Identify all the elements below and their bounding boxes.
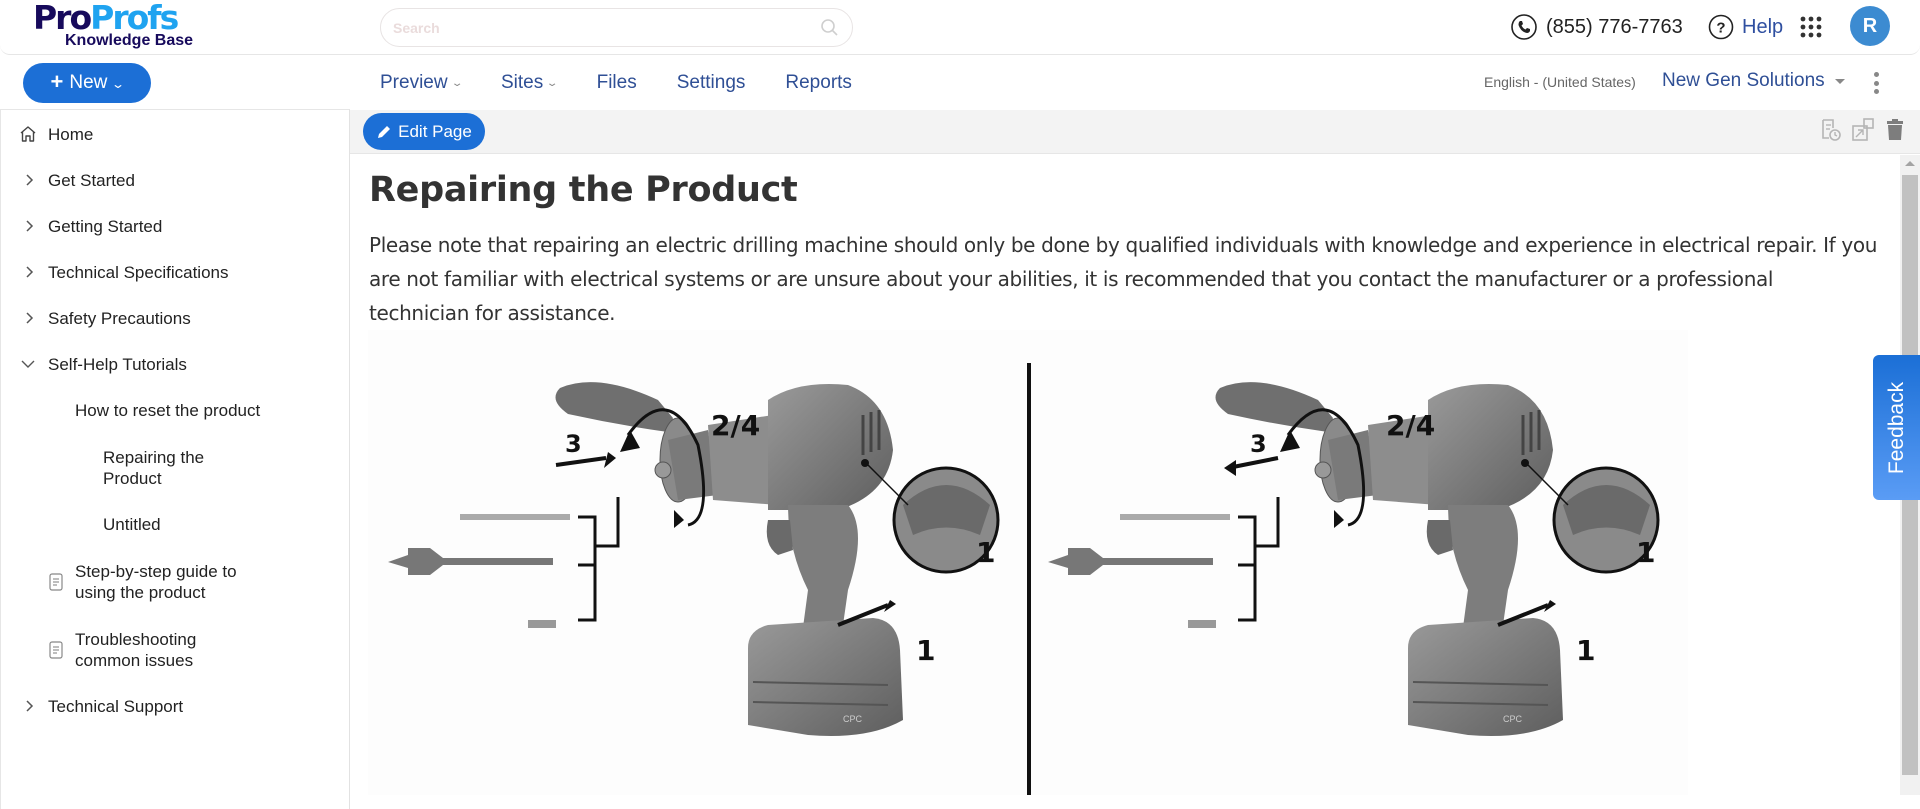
phone-number: (855) 776-7763 xyxy=(1546,15,1683,38)
chevron-down-icon: ⌄ xyxy=(546,77,559,89)
search-box[interactable] xyxy=(380,8,853,47)
help-link[interactable]: ? Help xyxy=(1708,12,1783,42)
step-label-2-4: 2/4 xyxy=(711,409,760,442)
arrow-insert-icon xyxy=(555,456,607,467)
sidebar-item-repairing-the-product[interactable]: Repairing the Product xyxy=(103,447,233,489)
diagram-panel-right: 2/4 3 1 1 xyxy=(1046,380,1660,738)
step-label-1-battery: 1 xyxy=(916,634,935,667)
step-label-3: 3 xyxy=(565,430,582,458)
chevron-down-icon[interactable] xyxy=(21,357,35,371)
content-toolbar xyxy=(350,110,1920,154)
sidebar-item-label: Safety Precautions xyxy=(48,309,191,328)
edit-page-label: Edit Page xyxy=(398,121,472,141)
sidebar-item-label: Technical Support xyxy=(48,697,184,716)
proprofs-logo[interactable]: ProProfs Knowledge Base xyxy=(33,0,193,54)
drill-diagram-figure: CPC xyxy=(368,330,1688,795)
main-navigation: Preview ⌄ Sites ⌄ Files Settings Reports xyxy=(380,70,892,96)
feedback-label: Feedback xyxy=(1884,381,1908,474)
step-label-1-battery: 1 xyxy=(1576,634,1595,667)
phone-contact[interactable]: (855) 776-7763 xyxy=(1510,12,1683,42)
chevron-right-icon[interactable] xyxy=(23,265,37,279)
caret-down-icon xyxy=(1834,78,1845,84)
document-icon xyxy=(49,641,63,659)
chevron-right-icon[interactable] xyxy=(23,311,37,325)
page-title: Repairing the Product xyxy=(369,170,798,210)
sidebar-item-how-to-reset[interactable]: How to reset the product xyxy=(75,400,260,421)
feedback-tab[interactable]: Feedback xyxy=(1873,355,1920,500)
sidebar-item-label: Technical Specifications xyxy=(48,263,229,282)
svg-text:?: ? xyxy=(1716,20,1725,37)
nav-reports-label: Reports xyxy=(785,72,852,93)
home-icon xyxy=(20,126,36,142)
sidebar-item-label: Self-Help Tutorials xyxy=(48,355,187,374)
phone-icon xyxy=(1511,14,1537,40)
sidebar-item-label: Troubleshooting common issues xyxy=(75,630,197,670)
organization-selector[interactable]: New Gen Solutions xyxy=(1662,70,1845,92)
help-label: Help xyxy=(1742,15,1784,38)
chevron-down-icon: ⌄ xyxy=(450,77,464,89)
revision-history-icon[interactable] xyxy=(1820,118,1842,142)
apps-grid-icon[interactable] xyxy=(1800,16,1822,38)
nav-settings-label: Settings xyxy=(676,72,746,93)
edit-page-button[interactable]: Edit Page xyxy=(363,113,485,150)
new-button[interactable]: + New ⌄ xyxy=(23,63,151,103)
logo-subtitle: Knowledge Base xyxy=(65,32,194,49)
chevron-right-icon[interactable] xyxy=(23,699,37,713)
search-input[interactable] xyxy=(393,17,813,39)
nav-preview[interactable]: Preview ⌄ xyxy=(380,70,464,96)
language-selector[interactable]: English - (United States) xyxy=(1484,74,1636,90)
nav-settings[interactable]: Settings xyxy=(677,70,746,96)
open-external-icon[interactable] xyxy=(1852,118,1874,142)
new-label: New xyxy=(69,72,108,93)
nav-preview-label: Preview xyxy=(380,72,448,93)
diagram-panel-left: 2/4 3 1 1 xyxy=(386,380,1000,738)
chevron-down-icon: ⌄ xyxy=(111,77,126,91)
nav-sites[interactable]: Sites ⌄ xyxy=(500,70,559,96)
step-label-1-inset: 1 xyxy=(1636,536,1655,569)
top-header: ProProfs Knowledge Base (855) 776-7763 ?… xyxy=(0,0,1920,55)
chevron-right-icon[interactable] xyxy=(23,219,37,233)
document-icon xyxy=(49,573,63,591)
trash-icon[interactable] xyxy=(1884,118,1906,142)
sidebar-item-label: Home xyxy=(48,125,94,144)
nav-reports[interactable]: Reports xyxy=(785,70,852,96)
help-icon: ? xyxy=(1708,14,1734,40)
sidebar-item-label: Step-by-step guide to using the product xyxy=(75,562,237,602)
sidebar-item-label: Getting Started xyxy=(48,217,163,236)
step-label-3: 3 xyxy=(1250,430,1267,458)
nav-sites-label: Sites xyxy=(500,72,544,93)
pencil-icon xyxy=(378,125,391,138)
search-icon[interactable] xyxy=(820,18,840,38)
sidebar-tree: Home Get Started Getting Started Technic… xyxy=(0,109,350,809)
more-options-icon[interactable] xyxy=(1872,72,1880,94)
nav-files-label: Files xyxy=(596,72,637,93)
nav-files[interactable]: Files xyxy=(597,70,637,96)
step-label-1-inset: 1 xyxy=(976,536,995,569)
sidebar-item-untitled[interactable]: Untitled xyxy=(103,514,161,535)
step-label-2-4: 2/4 xyxy=(1386,409,1435,442)
organization-name: New Gen Solutions xyxy=(1662,70,1825,91)
chevron-right-icon[interactable] xyxy=(23,173,37,187)
drill-diagram: CPC xyxy=(386,363,1660,795)
plus-icon: + xyxy=(50,69,64,94)
article-paragraph: Please note that repairing an electric d… xyxy=(369,233,1878,325)
sidebar-item-label: Get Started xyxy=(48,171,135,190)
scroll-up-arrow-icon[interactable] xyxy=(1905,161,1915,166)
user-avatar[interactable]: R xyxy=(1850,6,1890,46)
